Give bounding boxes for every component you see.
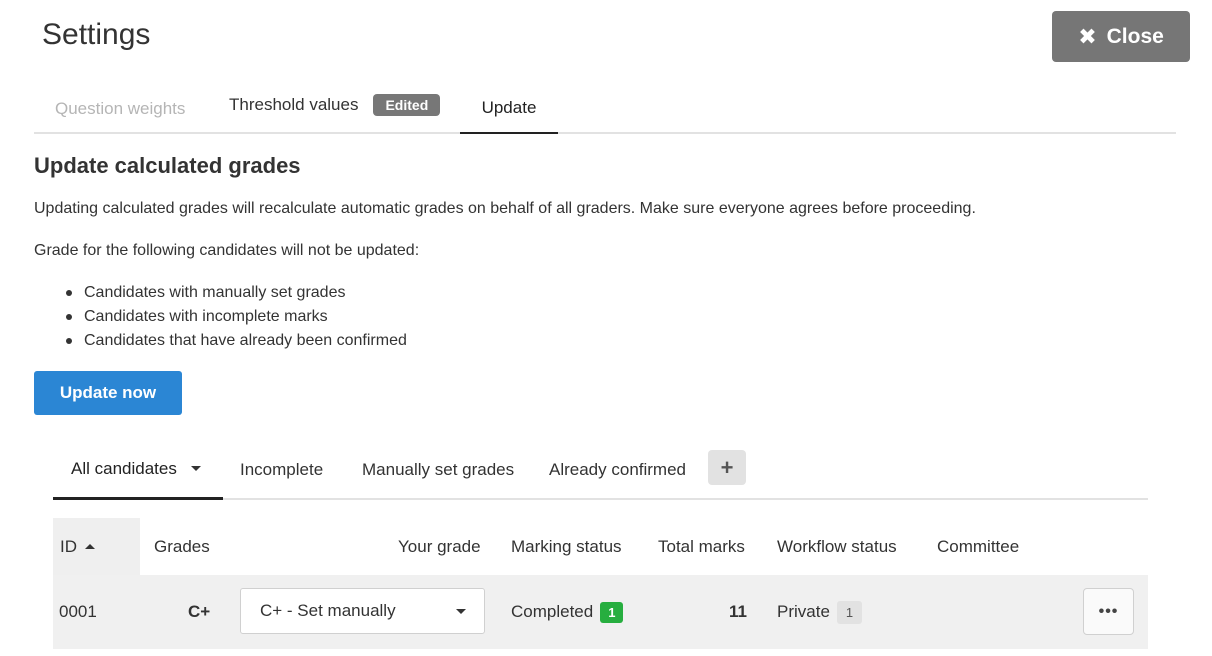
tab-all-candidates[interactable]: All candidates: [53, 440, 223, 500]
column-header-committee[interactable]: Committee: [937, 518, 1019, 575]
tab-label: Threshold values: [229, 95, 359, 114]
tab-label: Question weights: [55, 99, 186, 118]
cell-workflow-status: Private 1: [777, 575, 863, 649]
tab-incomplete[interactable]: Incomplete: [240, 440, 323, 500]
section-description: Updating calculated grades will recalcul…: [34, 200, 976, 217]
close-button[interactable]: ✖ Close: [1052, 11, 1190, 62]
list-item: Candidates that have already been confir…: [66, 330, 407, 354]
tab-question-weights[interactable]: Question weights: [55, 84, 185, 134]
update-now-button[interactable]: Update now: [34, 371, 182, 415]
chevron-down-icon[interactable]: [190, 466, 201, 471]
cell-total-marks: 11: [729, 602, 747, 621]
column-header-your-grade[interactable]: Your grade: [398, 518, 481, 575]
cell-grade: C+: [188, 602, 211, 621]
close-icon: ✖: [1078, 23, 1097, 49]
column-label: ID: [60, 536, 77, 556]
table-header: ID Grades Your grade Marking status Tota…: [53, 518, 1148, 575]
column-header-id[interactable]: ID: [53, 518, 140, 575]
section-note: Grade for the following candidates will …: [34, 242, 420, 259]
marking-count-badge: 1: [600, 601, 624, 623]
column-header-workflow-status[interactable]: Workflow status: [777, 518, 897, 575]
tab-label: Update: [481, 98, 537, 117]
column-label: Marking status: [511, 536, 622, 556]
tab-label: Incomplete: [240, 460, 324, 479]
cell-marking-status: Completed 1: [511, 575, 624, 649]
workflow-status-text: Private: [777, 602, 830, 621]
tab-threshold-values[interactable]: Threshold values Edited: [229, 80, 441, 130]
column-label: Your grade: [398, 536, 481, 556]
column-label: Workflow status: [777, 536, 897, 556]
list-item: Candidates with incomplete marks: [66, 306, 407, 330]
tab-label: All candidates: [71, 458, 177, 478]
page-title: Settings: [42, 18, 151, 51]
workflow-count-badge: 1: [836, 600, 863, 624]
section-heading: Update calculated grades: [34, 153, 301, 178]
add-filter-button[interactable]: +: [708, 450, 746, 485]
edited-badge: Edited: [373, 94, 441, 116]
plus-icon: +: [720, 454, 734, 480]
column-header-total-marks[interactable]: Total marks: [658, 518, 745, 575]
column-label: Total marks: [658, 536, 745, 556]
cell-id: 0001: [59, 602, 97, 621]
table-row: 0001 C+ C+ - Set manually Completed 1 11…: [53, 575, 1148, 649]
your-grade-select[interactable]: C+ - Set manually: [240, 588, 485, 634]
marking-status-text: Completed: [511, 602, 594, 621]
settings-tabs: Question weights Threshold values Edited…: [34, 84, 1176, 134]
chevron-down-icon: [456, 609, 466, 614]
column-label: Committee: [937, 536, 1020, 556]
list-item: Candidates with manually set grades: [66, 282, 407, 306]
more-icon: •••: [1098, 602, 1119, 620]
select-value: C+ - Set manually: [260, 601, 396, 620]
tab-label: Manually set grades: [362, 460, 515, 479]
close-button-label: Close: [1106, 24, 1164, 48]
candidate-filter-tabs: All candidates Incomplete Manually set g…: [53, 440, 1148, 500]
column-label: Grades: [154, 536, 210, 556]
tab-manually-set-grades[interactable]: Manually set grades: [362, 440, 514, 500]
sort-ascending-icon: [85, 544, 95, 549]
tab-label: Already confirmed: [549, 460, 687, 479]
tab-already-confirmed[interactable]: Already confirmed: [549, 440, 686, 500]
column-header-marking-status[interactable]: Marking status: [511, 518, 622, 575]
exclusion-list: Candidates with manually set grades Cand…: [66, 282, 407, 354]
column-header-grades[interactable]: Grades: [154, 518, 210, 575]
more-options-button[interactable]: •••: [1083, 588, 1134, 635]
tab-update[interactable]: Update: [460, 84, 558, 134]
